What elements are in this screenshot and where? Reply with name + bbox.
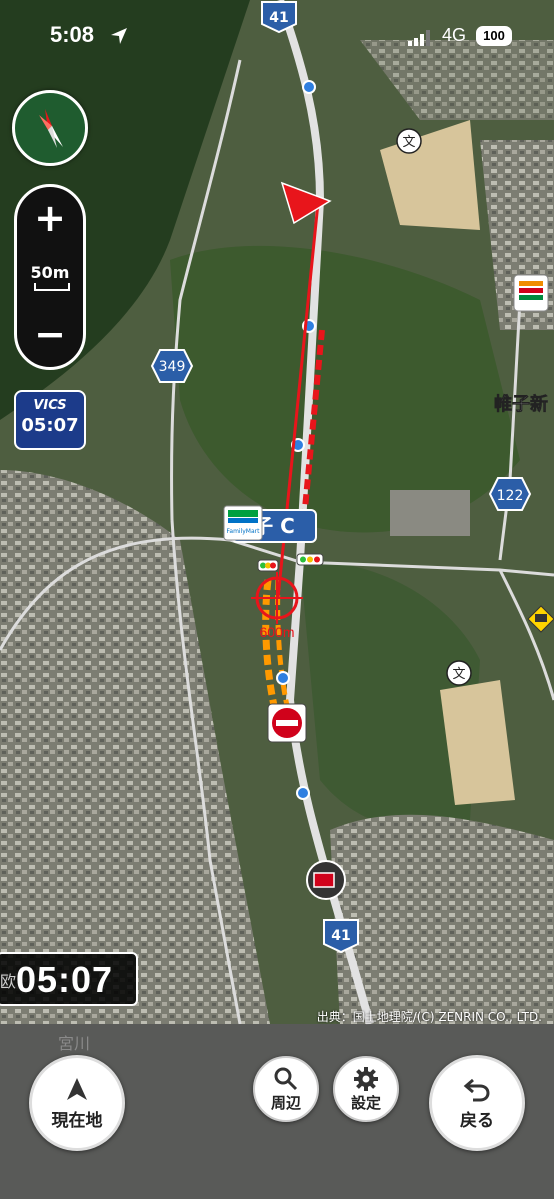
time-panel-time: 05:07: [16, 959, 114, 1000]
settings-button[interactable]: 設定: [333, 1056, 399, 1122]
gear-icon: [354, 1067, 378, 1091]
svg-text:文: 文: [402, 135, 415, 150]
route-shield: 349: [150, 349, 194, 383]
traffic-light-icon: [257, 559, 279, 572]
route-point: [296, 786, 310, 800]
traffic-light-icon: [296, 553, 324, 566]
scale-bar: [34, 283, 70, 291]
svg-text:FamilyMart: FamilyMart: [227, 528, 261, 535]
school-icon: 文: [446, 660, 472, 686]
zoom-in-button[interactable]: +: [17, 195, 83, 241]
navigation-arrow-icon: [67, 1078, 87, 1100]
no-entry-sign-icon: [267, 703, 307, 743]
faded-place-label: 宮川: [58, 1034, 91, 1053]
vics-time: 05:07: [21, 415, 79, 436]
location-arrow-icon: [111, 28, 127, 44]
vics-label: VICS: [33, 398, 67, 413]
zoom-out-button[interactable]: −: [17, 311, 83, 357]
map-attribution: 出典：国土地理院/(C) ZENRIN CO., LTD.: [316, 1010, 542, 1024]
zoom-control: + 50m −: [14, 184, 86, 370]
vics-button[interactable]: VICS 05:07: [14, 390, 86, 450]
current-location-button[interactable]: 現在地: [29, 1055, 125, 1151]
route-shield: 41: [323, 919, 359, 954]
parking-lot: [390, 490, 470, 536]
compass-button[interactable]: [12, 90, 88, 166]
svg-text:122: 122: [497, 488, 524, 504]
status-time: 5:08: [50, 22, 95, 47]
familymart-icon[interactable]: FamilyMart: [223, 505, 263, 541]
current-location-label: 現在地: [51, 1111, 103, 1131]
time-panel-prefix: 欧: [0, 972, 17, 991]
svg-text:41: 41: [331, 928, 350, 944]
convenience-store-icon[interactable]: [513, 274, 549, 312]
back-button[interactable]: 戻る: [429, 1055, 525, 1151]
settings-label: 設定: [350, 1094, 381, 1112]
distance-label: 600m: [259, 624, 294, 640]
route-point: [276, 671, 290, 685]
bottom-toolbar: 宮川 現在地 周辺 設定 戻る: [0, 1024, 554, 1199]
signal-icon: [408, 30, 430, 46]
town-label: 帷子新: [494, 393, 548, 415]
back-arrow-icon: [463, 1078, 490, 1102]
route-shield: 122: [488, 477, 532, 511]
nearby-label: 周辺: [270, 1094, 301, 1112]
compass-icon: [39, 109, 63, 148]
speed-camera-icon: [306, 860, 346, 900]
school-icon: 文: [396, 128, 422, 154]
battery-icon: 100: [476, 26, 512, 46]
route-point: [302, 80, 316, 94]
status-bar: 5:08 4G 100: [0, 0, 554, 72]
search-icon: [274, 1067, 298, 1091]
network-type: 4G: [442, 25, 467, 45]
svg-text:文: 文: [452, 667, 465, 682]
nearby-button[interactable]: 周辺: [253, 1056, 319, 1122]
back-label: 戻る: [460, 1111, 494, 1131]
time-panel: 欧 05:07: [0, 952, 138, 1006]
svg-text:349: 349: [159, 359, 186, 375]
scale-label: 50m: [30, 263, 70, 282]
